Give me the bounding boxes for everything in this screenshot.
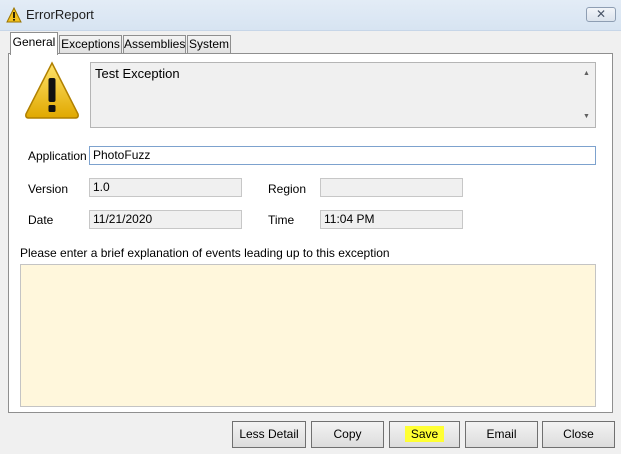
region-label: Region [268, 182, 307, 196]
explanation-prompt: Please enter a brief explanation of even… [20, 246, 390, 260]
warning-icon [25, 61, 79, 119]
application-field[interactable]: PhotoFuzz [89, 146, 596, 165]
exception-message: Test Exception [95, 66, 180, 81]
version-label: Version [28, 182, 69, 196]
save-button[interactable]: Save [389, 421, 460, 448]
time-label: Time [268, 213, 295, 227]
scroll-up-arrow-icon[interactable]: ▲ [583, 70, 590, 77]
message-scrollbar[interactable]: ▲ ▼ [579, 64, 594, 126]
exception-message-box[interactable]: Test Exception ▲ ▼ [90, 62, 596, 128]
save-button-label: Save [404, 426, 445, 442]
region-field[interactable] [320, 178, 463, 197]
tab-exceptions[interactable]: Exceptions [59, 35, 122, 53]
window-title: ErrorReport [26, 7, 94, 22]
tab-assemblies[interactable]: Assemblies [123, 35, 186, 53]
date-label: Date [28, 213, 54, 227]
less-detail-button[interactable]: Less Detail [232, 421, 306, 448]
tab-general[interactable]: General [10, 32, 58, 55]
copy-button[interactable]: Copy [311, 421, 384, 448]
error-report-window: ErrorReport ✕ General Exceptions Assembl… [0, 0, 621, 454]
close-button[interactable]: Close [542, 421, 615, 448]
application-label: Application [28, 149, 87, 163]
window-close-button[interactable]: ✕ [586, 7, 616, 22]
date-field[interactable]: 11/21/2020 [89, 210, 242, 229]
title-bar[interactable]: ErrorReport ✕ [0, 0, 621, 31]
warning-icon [6, 7, 22, 23]
version-field[interactable]: 1.0 [89, 178, 242, 197]
scroll-down-arrow-icon[interactable]: ▼ [583, 113, 590, 120]
tab-system[interactable]: System [187, 35, 231, 53]
email-button[interactable]: Email [465, 421, 538, 448]
explanation-textarea[interactable] [20, 264, 596, 407]
time-field[interactable]: 11:04 PM [320, 210, 463, 229]
